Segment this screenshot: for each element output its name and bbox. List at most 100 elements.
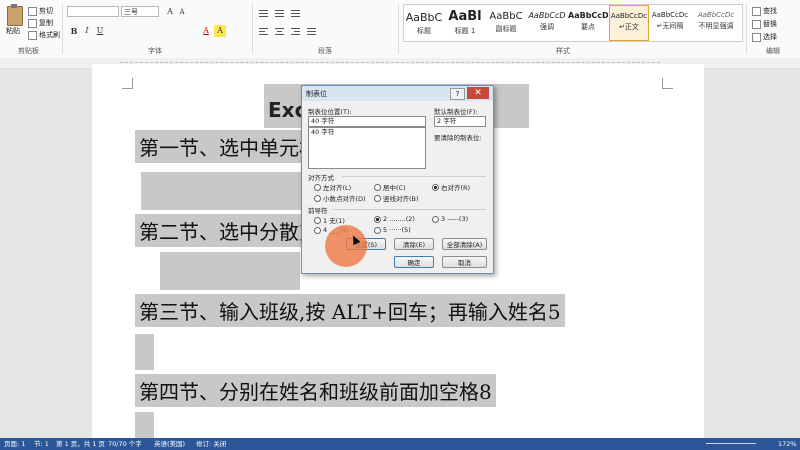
- align-right-radio[interactable]: 右对齐(R): [432, 182, 470, 192]
- copy-label: 复制: [39, 19, 53, 27]
- clipboard-clip: [11, 4, 17, 8]
- bullets-icon[interactable]: [258, 8, 269, 18]
- cut-label: 剪切: [39, 7, 53, 15]
- align-center-icon[interactable]: [274, 26, 285, 36]
- to-clear-label: 要清除的制表位:: [434, 134, 482, 142]
- dialog-title: 制表位: [306, 90, 327, 98]
- zoom-level[interactable]: 172%: [778, 438, 797, 450]
- style-sample: AaBbCcD: [528, 11, 566, 20]
- font-size-select[interactable]: 三号: [121, 6, 159, 17]
- separator: [62, 4, 63, 54]
- radio-circle: [374, 226, 381, 234]
- style-title[interactable]: AaBbC 标题: [404, 5, 444, 41]
- ribbon: 粘贴 剪切 复制 格式刷 剪贴板 三号 A A B I U A A 字体 段落 …: [0, 0, 800, 59]
- help-button[interactable]: ?: [450, 88, 465, 100]
- highlight-button[interactable]: A: [214, 25, 226, 37]
- document-line-4: 第四节、分别在姓名和班级前面加空格8: [135, 374, 496, 407]
- paste-button[interactable]: 粘贴: [4, 4, 26, 35]
- paragraph-group-label: 段落: [318, 47, 332, 55]
- status-track-changes[interactable]: 修订: 关闭: [196, 438, 226, 450]
- leader-label: 前导符: [308, 207, 328, 215]
- leader-dashes-radio[interactable]: 3 -----(3): [432, 215, 468, 223]
- format-painter-button[interactable]: 格式刷: [28, 30, 60, 40]
- cancel-button[interactable]: 取消: [442, 256, 487, 268]
- tab-position-input[interactable]: 40 字符: [308, 116, 426, 127]
- replace-button[interactable]: 替换: [752, 19, 777, 29]
- margin-corner: [122, 78, 133, 89]
- clear-all-button[interactable]: 全部清除(A): [442, 238, 487, 250]
- style-name: 标题: [417, 27, 431, 35]
- replace-label: 替换: [763, 20, 777, 28]
- style-name: ↵无间隔: [656, 22, 684, 30]
- styles-group-label: 样式: [556, 47, 570, 55]
- font-color-button[interactable]: A: [200, 25, 212, 37]
- align-right-icon[interactable]: [290, 26, 301, 36]
- zoom-slider[interactable]: [706, 443, 756, 444]
- radio-label: 小数点对齐(D): [323, 195, 366, 203]
- copy-button[interactable]: 复制: [28, 18, 53, 28]
- radio-circle: [314, 226, 321, 234]
- select-label: 选择: [763, 33, 777, 41]
- style-sample: AaBbCcDc: [651, 11, 689, 19]
- status-bar: 页面: 1 节: 1 第 1 页，共 1 页 70/70 个字 英语(美国) 修…: [0, 438, 800, 450]
- style-emphasis[interactable]: AaBbCcD 强调: [527, 5, 567, 41]
- status-language[interactable]: 英语(美国): [154, 438, 185, 450]
- styles-gallery: AaBbC 标题 AaBl 标题 1 AaBbC 副标题 AaBbCcD 强调 AaBb…: [403, 4, 743, 42]
- document-line-3: 第三节、输入班级,按 ALT+回车；再输入姓名5: [135, 294, 565, 327]
- align-bar-radio[interactable]: 竖线对齐(B): [374, 193, 419, 203]
- align-decimal-radio[interactable]: 小数点对齐(D): [314, 193, 366, 203]
- ok-button[interactable]: 确定: [394, 256, 434, 268]
- select-button[interactable]: 选择: [752, 32, 777, 42]
- style-subtitle[interactable]: AaBbC 副标题: [486, 5, 526, 41]
- select-icon: [752, 32, 761, 42]
- grow-font-icon[interactable]: A: [164, 6, 176, 18]
- find-button[interactable]: 查找: [752, 6, 777, 16]
- leader-middots-radio[interactable]: 5 ······(5): [374, 226, 411, 234]
- leader-none-radio[interactable]: 1 无(1): [314, 215, 345, 225]
- italic-button[interactable]: I: [81, 25, 93, 37]
- radio-circle: [314, 183, 321, 191]
- clipboard-icon: [7, 6, 23, 26]
- multilevel-list-icon[interactable]: [290, 8, 301, 18]
- justify-icon[interactable]: [306, 26, 317, 36]
- font-name-select[interactable]: [67, 6, 119, 17]
- close-button[interactable]: ✕: [467, 87, 489, 99]
- align-center-radio[interactable]: 居中(C): [374, 182, 406, 192]
- blank-line-selection: [135, 412, 154, 438]
- style-heading1[interactable]: AaBl 标题 1: [445, 5, 485, 41]
- style-name: 标题 1: [454, 27, 476, 35]
- status-word-count[interactable]: 70/70 个字: [108, 438, 142, 450]
- status-section[interactable]: 节: 1: [34, 438, 49, 450]
- align-left-icon[interactable]: [258, 26, 269, 36]
- radio-label: 5 ······(5): [383, 226, 411, 234]
- blank-line-selection: [135, 334, 154, 370]
- leader-dots-radio[interactable]: 2 ........(2): [374, 215, 415, 223]
- radio-circle-selected: [432, 183, 439, 191]
- tab-stop-item[interactable]: 40 字符: [311, 128, 425, 137]
- default-tab-stepper[interactable]: 2 字符: [434, 116, 486, 127]
- radio-label: 左对齐(L): [323, 184, 352, 192]
- style-normal[interactable]: AaBbCcDc ↵正文: [609, 5, 649, 41]
- divider: [332, 209, 486, 210]
- radio-circle: [374, 183, 381, 191]
- tab-stop-list[interactable]: 40 字符: [308, 127, 426, 169]
- brush-icon: [28, 30, 37, 40]
- separator: [252, 4, 253, 54]
- radio-label: 2 ........(2): [383, 215, 415, 223]
- numbering-icon[interactable]: [274, 8, 285, 18]
- shrink-font-icon[interactable]: A: [176, 6, 188, 18]
- status-page[interactable]: 页面: 1: [4, 438, 25, 450]
- underline-button[interactable]: U: [94, 25, 106, 37]
- cut-button[interactable]: 剪切: [28, 6, 53, 16]
- clipboard-group-label: 剪贴板: [18, 47, 39, 55]
- style-no-spacing[interactable]: AaBbCcDc ↵无间隔: [650, 5, 690, 41]
- blank-line-selection: [160, 252, 300, 290]
- style-strong[interactable]: AaBbCcD 要点: [568, 5, 608, 41]
- clear-button[interactable]: 清除(E): [394, 238, 434, 250]
- status-page-count[interactable]: 第 1 页，共 1 页: [56, 438, 105, 450]
- editing-group-label: 编辑: [766, 47, 780, 55]
- align-left-radio[interactable]: 左对齐(L): [314, 182, 351, 192]
- style-subtle-emphasis[interactable]: AaBbCcDc 不明显强调: [691, 5, 741, 41]
- bold-button[interactable]: B: [68, 25, 80, 37]
- blank-line-selection: [141, 172, 301, 210]
